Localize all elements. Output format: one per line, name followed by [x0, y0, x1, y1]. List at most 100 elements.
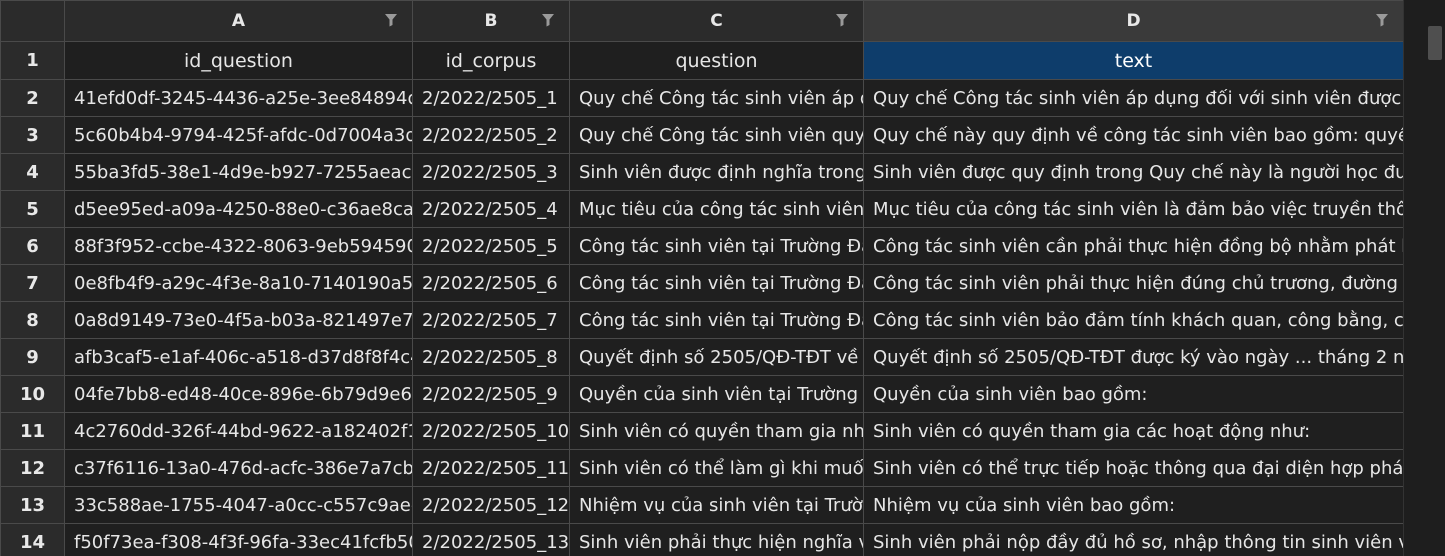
- cell[interactable]: f50f73ea-f308-4f3f-96fa-33ec41fcfb50: [64, 523, 413, 556]
- cell[interactable]: Quy chế này quy định về công tác sinh vi…: [863, 116, 1403, 154]
- cell[interactable]: Công tác sinh viên tại Trường Đại: [569, 264, 864, 302]
- cell[interactable]: 41efd0df-3245-4436-a25e-3ee84894d9: [64, 79, 413, 117]
- cell[interactable]: 2/2022/2505_4: [412, 190, 570, 228]
- filter-icon[interactable]: [541, 13, 555, 27]
- selected-cell[interactable]: text: [863, 41, 1403, 80]
- cell[interactable]: 2/2022/2505_6: [412, 264, 570, 302]
- cell[interactable]: 0e8fb4f9-a29c-4f3e-8a10-7140190a55f: [64, 264, 413, 302]
- filter-icon[interactable]: [835, 13, 849, 27]
- row-number[interactable]: 14: [0, 523, 65, 556]
- table-row: 6 88f3f952-ccbe-4322-8063-9eb5945907 2/202…: [0, 227, 1403, 265]
- cell[interactable]: Sinh viên có quyền tham gia các hoạt độn…: [863, 412, 1403, 450]
- cell[interactable]: Nhiệm vụ của sinh viên tại Trường: [569, 486, 864, 524]
- cell[interactable]: id_corpus: [412, 41, 570, 80]
- cell[interactable]: Sinh viên có thể làm gì khi muốn: [569, 449, 864, 487]
- table-row: 10 04fe7bb8-ed48-40ce-896e-6b79d9e617 2/20…: [0, 375, 1403, 413]
- cell[interactable]: Sinh viên phải nộp đầy đủ hồ sơ, nhập th…: [863, 523, 1403, 556]
- cell[interactable]: 2/2022/2505_7: [412, 301, 570, 339]
- cell[interactable]: Quyền của sinh viên tại Trường Đ: [569, 375, 864, 413]
- cell[interactable]: Sinh viên phải thực hiện nghĩa vụ: [569, 523, 864, 556]
- column-header-d[interactable]: D: [863, 0, 1403, 42]
- scrollbar-thumb[interactable]: [1428, 26, 1442, 60]
- cell[interactable]: Sinh viên có thể trực tiếp hoặc thông qu…: [863, 449, 1403, 487]
- cell[interactable]: 2/2022/2505_13: [412, 523, 570, 556]
- cell[interactable]: Công tác sinh viên tại Trường Đại: [569, 227, 864, 265]
- cell[interactable]: 55ba3fd5-38e1-4d9e-b927-7255aeac91: [64, 153, 413, 191]
- column-letter: D: [1126, 11, 1141, 31]
- cell[interactable]: Công tác sinh viên tại Trường Đại: [569, 301, 864, 339]
- cell[interactable]: 5c60b4b4-9794-425f-afdc-0d7004a3d3: [64, 116, 413, 154]
- row-number[interactable]: 9: [0, 338, 65, 376]
- cell[interactable]: 2/2022/2505_2: [412, 116, 570, 154]
- row-number[interactable]: 4: [0, 153, 65, 191]
- column-header-b[interactable]: B: [412, 0, 570, 42]
- table-row: 1 id_question id_corpus question text: [0, 41, 1403, 80]
- table-row: 8 0a8d9149-73e0-4f5a-b03a-821497e771 2/202…: [0, 301, 1403, 339]
- cell[interactable]: Quyền của sinh viên bao gồm:: [863, 375, 1403, 413]
- column-header-c[interactable]: C: [569, 0, 864, 42]
- table-row: 7 0e8fb4f9-a29c-4f3e-8a10-7140190a55f 2/20…: [0, 264, 1403, 302]
- cell[interactable]: id_question: [64, 41, 413, 80]
- cell[interactable]: 33c588ae-1755-4047-a0cc-c557c9aee8: [64, 486, 413, 524]
- row-number[interactable]: 10: [0, 375, 65, 413]
- table-row: 14 f50f73ea-f308-4f3f-96fa-33ec41fcfb50 2/…: [0, 523, 1403, 556]
- cell[interactable]: Công tác sinh viên bảo đảm tính khách qu…: [863, 301, 1403, 339]
- column-letter: B: [484, 11, 498, 31]
- cell[interactable]: 88f3f952-ccbe-4322-8063-9eb5945907: [64, 227, 413, 265]
- cell[interactable]: 2/2022/2505_8: [412, 338, 570, 376]
- cell[interactable]: 2/2022/2505_3: [412, 153, 570, 191]
- row-number[interactable]: 11: [0, 412, 65, 450]
- column-header-a[interactable]: A: [64, 0, 413, 42]
- spreadsheet-grid: A B C D 1 id_question id_corpus question…: [0, 0, 1403, 556]
- row-number[interactable]: 6: [0, 227, 65, 265]
- row-number[interactable]: 5: [0, 190, 65, 228]
- cell[interactable]: 4c2760dd-326f-44bd-9622-a182402f17: [64, 412, 413, 450]
- cell[interactable]: Sinh viên có quyền tham gia nhữ: [569, 412, 864, 450]
- data-table: A B C D 1 id_question id_corpus question…: [0, 0, 1403, 556]
- cell[interactable]: 0a8d9149-73e0-4f5a-b03a-821497e771: [64, 301, 413, 339]
- table-row: 11 4c2760dd-326f-44bd-9622-a182402f17 2/20…: [0, 412, 1403, 450]
- cell[interactable]: 2/2022/2505_1: [412, 79, 570, 117]
- cell[interactable]: Quy chế Công tác sinh viên áp dụ: [569, 79, 864, 117]
- select-all-corner[interactable]: [0, 0, 65, 42]
- row-number[interactable]: 8: [0, 301, 65, 339]
- table-row: 13 33c588ae-1755-4047-a0cc-c557c9aee8 2/20…: [0, 486, 1403, 524]
- filter-icon[interactable]: [384, 13, 398, 27]
- cell[interactable]: c37f6116-13a0-476d-acfc-386e7a7cb0e: [64, 449, 413, 487]
- cell[interactable]: Quy chế Công tác sinh viên quy đ: [569, 116, 864, 154]
- filter-icon[interactable]: [1375, 13, 1389, 27]
- cell[interactable]: question: [569, 41, 864, 80]
- column-letter: A: [231, 11, 246, 31]
- cell[interactable]: 04fe7bb8-ed48-40ce-896e-6b79d9e617: [64, 375, 413, 413]
- row-number[interactable]: 2: [0, 79, 65, 117]
- cell[interactable]: 2/2022/2505_12: [412, 486, 570, 524]
- table-row: 9 afb3caf5-e1af-406c-a518-d37d8f8f4c4 2/20…: [0, 338, 1403, 376]
- column-header-row: A B C D: [0, 0, 1403, 42]
- cell[interactable]: 2/2022/2505_10: [412, 412, 570, 450]
- cell[interactable]: Sinh viên được quy định trong Quy chế nà…: [863, 153, 1403, 191]
- cell[interactable]: Quyết định số 2505/QĐ-TĐT về v: [569, 338, 864, 376]
- cell[interactable]: Mục tiêu của công tác sinh viên t: [569, 190, 864, 228]
- cell[interactable]: afb3caf5-e1af-406c-a518-d37d8f8f4c4: [64, 338, 413, 376]
- cell[interactable]: Công tác sinh viên phải thực hiện đúng c…: [863, 264, 1403, 302]
- cell[interactable]: 2/2022/2505_11: [412, 449, 570, 487]
- row-number[interactable]: 7: [0, 264, 65, 302]
- table-row: 4 55ba3fd5-38e1-4d9e-b927-7255aeac91 2/202…: [0, 153, 1403, 191]
- row-number[interactable]: 1: [0, 41, 65, 80]
- cell[interactable]: Quyết định số 2505/QĐ-TĐT được ký vào ng…: [863, 338, 1403, 376]
- cell[interactable]: Mục tiêu của công tác sinh viên là đảm b…: [863, 190, 1403, 228]
- row-number[interactable]: 13: [0, 486, 65, 524]
- cell[interactable]: Sinh viên được định nghĩa trong: [569, 153, 864, 191]
- row-number[interactable]: 12: [0, 449, 65, 487]
- row-number[interactable]: 3: [0, 116, 65, 154]
- cell[interactable]: Nhiệm vụ của sinh viên bao gồm:: [863, 486, 1403, 524]
- cell[interactable]: d5ee95ed-a09a-4250-88e0-c36ae8ca35: [64, 190, 413, 228]
- table-row: 12 c37f6116-13a0-476d-acfc-386e7a7cb0e 2/2…: [0, 449, 1403, 487]
- table-row: 3 5c60b4b4-9794-425f-afdc-0d7004a3d3 2/202…: [0, 116, 1403, 154]
- cell[interactable]: Quy chế Công tác sinh viên áp dụng đối v…: [863, 79, 1403, 117]
- table-row: 2 41efd0df-3245-4436-a25e-3ee84894d9 2/202…: [0, 79, 1403, 117]
- cell[interactable]: 2/2022/2505_9: [412, 375, 570, 413]
- vertical-scrollbar[interactable]: [1403, 0, 1445, 556]
- cell[interactable]: 2/2022/2505_5: [412, 227, 570, 265]
- cell[interactable]: Công tác sinh viên cần phải thực hiện đồ…: [863, 227, 1403, 265]
